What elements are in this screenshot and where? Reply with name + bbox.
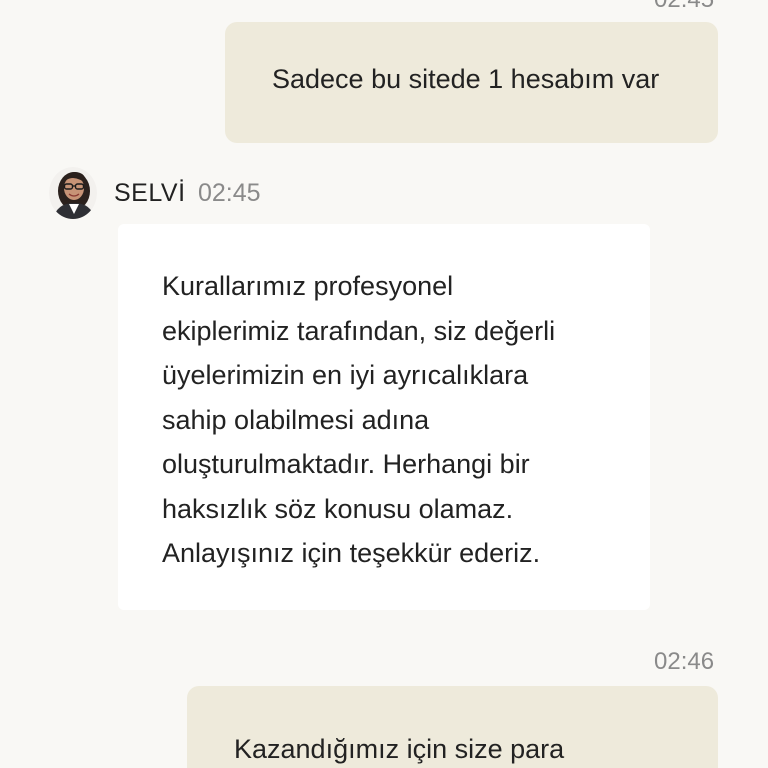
message-text-line: haksızlık söz konusu olamaz. bbox=[162, 493, 514, 524]
message-text-line: oluşturulmaktadır. Herhangi bir bbox=[162, 449, 530, 479]
agent-avatar-icon bbox=[49, 167, 97, 219]
message-timestamp: 02:45 bbox=[654, 0, 714, 14]
message-text-line: Kurallarımız profesyonel bbox=[162, 271, 454, 301]
message-text: Sadece bu sitede 1 hesabım var bbox=[272, 64, 660, 94]
message-text-line: Anlayışınız için teşekkür ederiz. bbox=[162, 538, 541, 568]
outgoing-message-bubble[interactable]: Kazandığımız için size para bbox=[187, 686, 718, 768]
message-text-line: üyelerimizin en iyi ayrıcalıklara bbox=[162, 360, 529, 390]
message-timestamp: 02:46 bbox=[654, 648, 715, 675]
chat-window[interactable]: 02:45 Sadece bu sitede 1 hesabım var SEL… bbox=[0, 0, 768, 768]
message-text-line: sahip olabilmesi adına bbox=[162, 404, 430, 435]
incoming-message-bubble[interactable]: Kurallarımız profesyonel ekiplerimiz tar… bbox=[118, 224, 650, 610]
message-timestamp: 02:45 bbox=[198, 179, 261, 207]
outgoing-message-bubble[interactable]: Sadece bu sitede 1 hesabım var bbox=[225, 22, 718, 143]
sender-name: SELVİ bbox=[114, 179, 186, 207]
message-text: Kazandığımız için size para bbox=[234, 734, 565, 764]
message-text-line: ekiplerimiz tarafından, siz değerli bbox=[162, 315, 556, 346]
